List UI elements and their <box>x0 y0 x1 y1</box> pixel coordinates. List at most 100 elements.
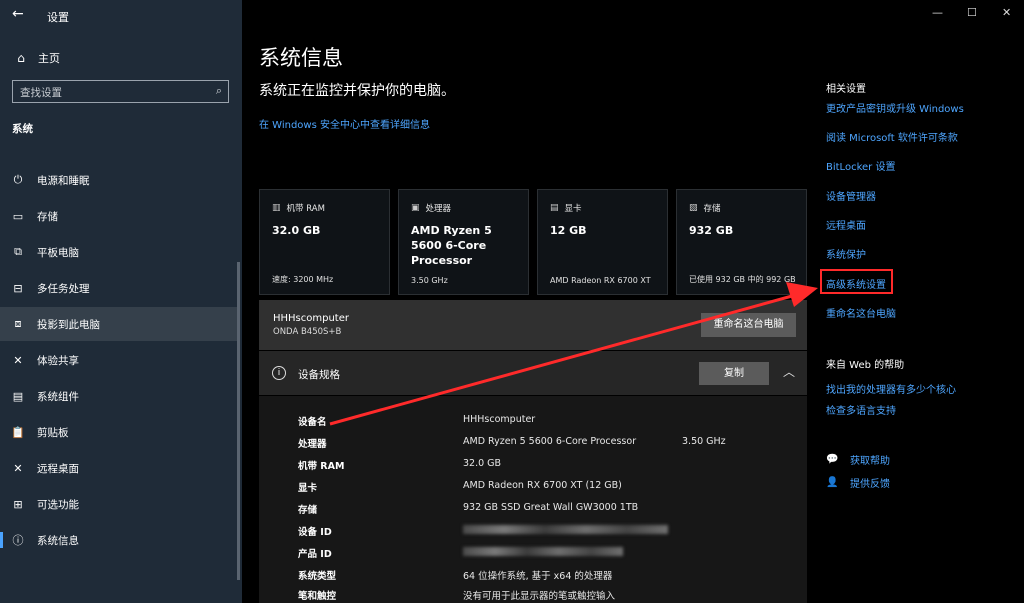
sidebar-item-label: 多任务处理 <box>37 282 90 295</box>
minimize-button[interactable]: — <box>932 6 943 19</box>
multitasking-icon: ⊟ <box>13 281 23 295</box>
sidebar-item-label: 投影到此电脑 <box>37 318 100 331</box>
feedback-link[interactable]: 👤 提供反馈 <box>826 475 890 490</box>
nav-home-label: 主页 <box>38 52 60 65</box>
copy-button[interactable]: 复制 <box>699 362 769 385</box>
spec-key: 系统类型 <box>298 571 337 582</box>
card-caption: 显卡 <box>564 204 582 214</box>
sidebar-item-optional-features[interactable]: ⊞ 可选功能 <box>0 487 237 521</box>
sidebar-item-shared-experiences[interactable]: ✕ 体验共享 <box>0 343 237 377</box>
feedback-label: 提供反馈 <box>850 479 890 490</box>
sidebar: ← 设置 ⌂ 主页 ⌕ 系统 ⏻ 电源和睡眠 ▭ 存储 ⧉ 平板电脑 ⊟ 多任务… <box>0 0 242 603</box>
sidebar-item-remote-desktop[interactable]: ✕ 远程桌面 <box>0 451 237 485</box>
spec-row: 设备 ID <box>298 524 798 546</box>
sidebar-item-label: 系统组件 <box>37 390 79 403</box>
sidebar-item-multitasking[interactable]: ⊟ 多任务处理 <box>0 271 237 305</box>
storage-icon: ▧ <box>689 203 698 213</box>
related-settings-title: 相关设置 <box>826 84 866 95</box>
security-center-link[interactable]: 在 Windows 安全中心中查看详细信息 <box>259 116 430 131</box>
ram-icon: ▥ <box>272 203 281 213</box>
info-icon: ⓘ <box>12 534 24 547</box>
spec-row: 产品 ID <box>298 546 798 568</box>
sidebar-item-projecting[interactable]: ⧈ 投影到此电脑 <box>0 307 237 341</box>
graphics-card: ▤ 显卡 12 GB AMD Radeon RX 6700 XT <box>537 189 668 295</box>
spec-value: 932 GB SSD Great Wall GW3000 1TB <box>463 502 639 513</box>
system-protection-link[interactable]: 系统保护 <box>826 246 866 261</box>
search-box[interactable]: ⌕ <box>12 80 229 104</box>
processor-cores-help-link[interactable]: 找出我的处理器有多少个核心 <box>826 381 956 396</box>
spec-value: 64 位操作系统, 基于 x64 的处理器 <box>463 571 613 582</box>
pc-name-bar: HHHscomputer ONDA B450S+B 重命名这台电脑 <box>259 300 807 350</box>
sidebar-item-clipboard[interactable]: 📋 剪贴板 <box>0 415 237 449</box>
spec-key: 设备名 <box>298 417 327 428</box>
card-value: 32.0 GB <box>272 224 321 237</box>
spec-value: 没有可用于此显示器的笔或触控输入 <box>463 591 616 602</box>
tablet-icon: ⧉ <box>14 245 22 258</box>
device-specs-title: 设备规格 <box>298 369 340 381</box>
redacted-product-id <box>463 547 623 556</box>
share-icon: ✕ <box>13 353 23 367</box>
rename-pc-link[interactable]: 重命名这台电脑 <box>826 305 896 320</box>
search-icon[interactable]: ⌕ <box>216 84 222 98</box>
spec-key: 显卡 <box>298 483 318 494</box>
sidebar-item-storage[interactable]: ▭ 存储 <box>0 199 237 233</box>
get-help-link[interactable]: 💬 获取帮助 <box>826 452 890 467</box>
sidebar-item-label: 电源和睡眠 <box>37 174 90 187</box>
device-manager-link[interactable]: 设备管理器 <box>826 188 876 203</box>
back-arrow-icon[interactable]: ← <box>12 6 24 22</box>
card-subtext: 速度: 3200 MHz <box>272 275 334 284</box>
chevron-up-icon[interactable]: ︿ <box>783 363 795 380</box>
maximize-button[interactable]: ☐ <box>967 6 977 19</box>
chat-help-icon: 💬 <box>826 454 839 465</box>
spec-key: 设备 ID <box>298 527 332 538</box>
sidebar-scrollbar[interactable] <box>237 262 240 580</box>
rename-pc-button[interactable]: 重命名这台电脑 <box>701 313 796 337</box>
sidebar-item-tablet[interactable]: ⧉ 平板电脑 <box>0 235 237 269</box>
sidebar-item-label: 系统信息 <box>37 534 79 547</box>
card-value: 12 GB <box>550 224 587 237</box>
annotation-highlight-box <box>820 269 893 294</box>
spec-key: 存储 <box>298 505 318 516</box>
sidebar-item-power-sleep[interactable]: ⏻ 电源和睡眠 <box>0 163 237 197</box>
bitlocker-link[interactable]: BitLocker 设置 <box>826 158 895 173</box>
motherboard-name: ONDA B450S+B <box>273 327 342 337</box>
get-help-label: 获取帮助 <box>850 456 890 467</box>
storage-card: ▧ 存储 932 GB 已使用 932 GB 中的 992 GB <box>676 189 807 295</box>
card-subtext: AMD Radeon RX 6700 XT <box>550 276 651 285</box>
home-icon: ⌂ <box>17 51 25 65</box>
page-subtitle: 系统正在监控并保护你的电脑。 <box>259 83 455 99</box>
remote-desktop-icon: ✕ <box>13 461 23 475</box>
main-content: — ☐ ✕ 系统信息 系统正在监控并保护你的电脑。 在 Windows 安全中心… <box>242 0 1024 603</box>
sidebar-section-label: 系统 <box>12 123 33 135</box>
close-button[interactable]: ✕ <box>1002 6 1011 19</box>
card-subtext: 3.50 GHz <box>411 276 448 285</box>
processor-icon: ▣ <box>411 203 420 213</box>
card-caption: 处理器 <box>425 204 452 214</box>
spec-key: 产品 ID <box>298 549 332 560</box>
sidebar-item-system-components[interactable]: ▤ 系统组件 <box>0 379 237 413</box>
web-help-title: 来自 Web 的帮助 <box>826 360 905 371</box>
remote-desktop-link[interactable]: 远程桌面 <box>826 217 866 232</box>
feedback-icon: 👤 <box>826 477 839 488</box>
card-caption: 存储 <box>703 204 721 214</box>
sidebar-item-label: 剪贴板 <box>37 426 69 439</box>
spec-row: 笔和触控 没有可用于此显示器的笔或触控输入 <box>298 588 798 603</box>
processor-card: ▣ 处理器 AMD Ryzen 5 5600 6-Core Processor 3… <box>398 189 529 295</box>
sidebar-item-label: 远程桌面 <box>37 462 79 475</box>
spec-value: 32.0 GB <box>463 458 502 469</box>
spec-row: 设备名 HHHscomputer <box>298 414 798 436</box>
nav-home[interactable]: ⌂ 主页 <box>14 50 60 66</box>
card-value: AMD Ryzen 5 5600 6-Core Processor <box>411 224 492 267</box>
upgrade-windows-link[interactable]: 更改产品密钥或升级 Windows <box>826 100 964 115</box>
search-input[interactable] <box>13 82 228 104</box>
sidebar-item-about[interactable]: ⓘ 系统信息 <box>0 523 237 557</box>
spec-value-secondary: 3.50 GHz <box>682 436 726 447</box>
multilanguage-help-link[interactable]: 检查多语言支持 <box>826 402 896 417</box>
ram-card: ▥ 机带 RAM 32.0 GB 速度: 3200 MHz <box>259 189 390 295</box>
title-bar-left: ← 设置 <box>0 0 242 30</box>
storage-icon: ▭ <box>12 209 24 223</box>
license-terms-link[interactable]: 阅读 Microsoft 软件许可条款 <box>826 129 958 144</box>
spec-value: AMD Ryzen 5 5600 6-Core Processor <box>463 436 637 447</box>
device-specs-header[interactable]: i 设备规格 复制 ︿ <box>259 351 807 395</box>
spec-value: HHHscomputer <box>463 414 536 425</box>
